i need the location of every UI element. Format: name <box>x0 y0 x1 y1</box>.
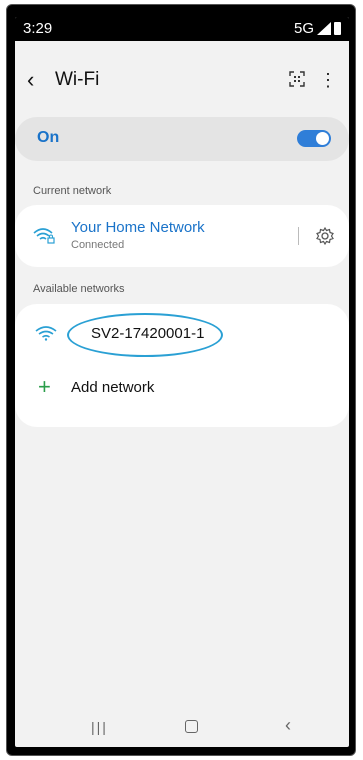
add-network-button[interactable]: + Add network <box>15 368 349 416</box>
qr-scan-icon[interactable] <box>289 71 305 87</box>
network-item[interactable]: SV2-17420001-1 <box>15 304 349 362</box>
status-icons: 5G <box>294 20 341 37</box>
status-time: 3:29 <box>23 20 53 37</box>
plus-icon: + <box>38 374 51 399</box>
card-divider <box>298 227 299 245</box>
gear-icon[interactable] <box>315 226 335 246</box>
available-networks-card: SV2-17420001-1 + Add network <box>15 304 349 427</box>
home-button[interactable] <box>185 720 198 733</box>
current-network-card[interactable]: Your Home Network Connected <box>15 205 349 267</box>
recents-button[interactable]: ||| <box>91 719 108 735</box>
phone-frame: 3:29 5G ‹ Wi-Fi ⋮ On Current network You… <box>6 4 356 756</box>
wifi-switch[interactable] <box>297 130 331 147</box>
current-network-status: Connected <box>71 239 125 251</box>
status-bar: 3:29 5G <box>15 17 349 41</box>
signal-icon <box>317 22 331 35</box>
battery-icon <box>334 22 341 35</box>
page-title: Wi-Fi <box>55 69 100 90</box>
screen: 3:29 5G ‹ Wi-Fi ⋮ On Current network You… <box>15 17 349 747</box>
navigation-bar: ||| ‹ <box>15 707 349 747</box>
current-network-label: Current network <box>33 185 112 197</box>
add-network-label: Add network <box>71 379 155 396</box>
available-networks-label: Available networks <box>33 283 125 295</box>
wifi-toggle-row[interactable]: On <box>15 117 349 161</box>
wifi-lock-icon <box>33 228 55 244</box>
more-options-icon[interactable]: ⋮ <box>319 67 337 93</box>
back-button[interactable]: ‹ <box>27 67 34 93</box>
wifi-icon <box>35 326 57 341</box>
network-type: 5G <box>293 20 314 37</box>
nav-back-button[interactable]: ‹ <box>285 715 291 736</box>
highlight-circle <box>67 313 223 357</box>
current-network-name: Your Home Network <box>71 219 205 236</box>
switch-knob <box>316 132 329 145</box>
wifi-toggle-label: On <box>37 129 60 146</box>
header: ‹ Wi-Fi ⋮ <box>15 67 349 97</box>
